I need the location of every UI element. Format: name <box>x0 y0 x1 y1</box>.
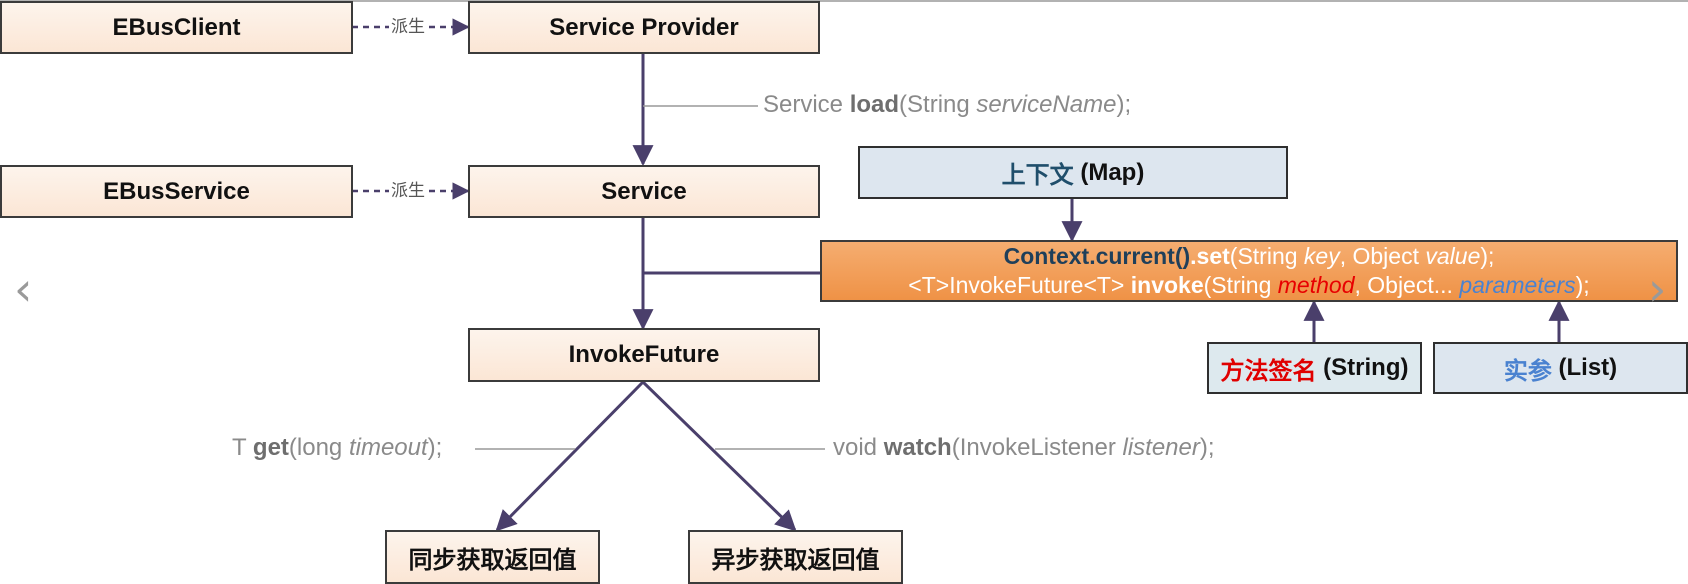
args-type-label: (List) <box>1558 354 1618 381</box>
derive-label-service: 派生 <box>389 181 427 201</box>
ebus-client-node: EBusClient <box>0 1 353 54</box>
code-context-current: Context.current() <box>1003 243 1191 269</box>
service-label: Service <box>601 177 687 205</box>
ebus-service-label: EBusService <box>103 177 250 205</box>
code-set-args-2: , Object <box>1339 243 1426 269</box>
code-arg-method: method <box>1277 272 1355 298</box>
arrow-future-to-sync <box>495 380 645 532</box>
code-invoke-args-2: , Object... <box>1354 272 1460 298</box>
context-type-label: (Map) <box>1080 158 1145 186</box>
async-result-label: 异步获取返回值 <box>711 546 880 574</box>
invoke-code-box: Context.current().set(String key, Object… <box>820 240 1678 302</box>
load-method-label: Service load(String serviceName); <box>763 91 1131 119</box>
get-args-pre: (long <box>288 434 349 461</box>
get-args-post: ); <box>427 434 443 461</box>
ebus-service-node: EBusService <box>0 165 353 218</box>
context-map-node: 上下文 (Map) <box>858 146 1288 199</box>
context-spacer <box>1074 159 1081 187</box>
arguments-node: 实参 (List) <box>1433 342 1688 394</box>
watch-args-pre: (InvokeListener <box>951 434 1123 461</box>
watch-method-label: void watch(InvokeListener listener); <box>833 434 1215 462</box>
code-invoke-args-3: ); <box>1575 272 1590 298</box>
code-line-1: Context.current().set(String key, Object… <box>1004 242 1495 271</box>
code-arg-value: value <box>1425 243 1481 269</box>
load-return-type: Service <box>763 91 850 118</box>
async-result-node: 异步获取返回值 <box>688 530 903 584</box>
method-sig-type-label: (String) <box>1323 354 1409 381</box>
code-set: .set <box>1190 243 1230 269</box>
derive-label-client: 派生 <box>389 17 427 37</box>
sync-result-node: 同步获取返回值 <box>385 530 600 584</box>
code-invoke-args-1: (String <box>1203 272 1278 298</box>
watch-arg: listener <box>1122 434 1200 461</box>
method-signature-node: 方法签名 (String) <box>1207 342 1422 394</box>
code-arg-parameters: parameters <box>1459 272 1576 298</box>
code-invoke-prefix: <T>InvokeFuture<T> <box>908 272 1131 298</box>
method-sig-spacer <box>1317 354 1324 382</box>
watch-name: watch <box>883 434 952 461</box>
code-set-args-1: (String <box>1229 243 1304 269</box>
watch-return-type: void <box>833 434 884 461</box>
code-invoke: invoke <box>1130 272 1204 298</box>
method-sig-cn-label: 方法签名 <box>1220 357 1317 385</box>
service-provider-label: Service Provider <box>549 13 739 41</box>
code-set-args-3: ); <box>1480 243 1495 269</box>
load-args-post: ); <box>1116 91 1132 118</box>
ebus-client-label: EBusClient <box>112 13 241 41</box>
args-spacer <box>1552 354 1559 382</box>
get-method-label: T get(long timeout); <box>232 434 442 462</box>
arrow-future-to-async <box>641 380 797 532</box>
invoke-future-node: InvokeFuture <box>468 328 820 382</box>
watch-args-post: ); <box>1199 434 1215 461</box>
get-return-type: T <box>232 434 253 461</box>
prev-slide-icon[interactable]: ‹ <box>14 266 32 312</box>
next-slide-icon[interactable]: › <box>1648 266 1666 312</box>
service-provider-node: Service Provider <box>468 1 820 54</box>
get-name: get <box>252 434 289 461</box>
invoke-future-label: InvokeFuture <box>568 341 720 368</box>
code-line-2: <T>InvokeFuture<T> invoke(String method,… <box>908 271 1589 300</box>
service-node: Service <box>468 165 820 218</box>
load-args-pre: (String <box>899 91 977 118</box>
context-cn-label: 上下文 <box>1001 162 1074 189</box>
load-name: load <box>849 91 900 118</box>
get-arg: timeout <box>348 434 428 461</box>
code-arg-key: key <box>1303 243 1340 269</box>
load-arg: serviceName <box>976 91 1117 118</box>
sync-result-label: 同步获取返回值 <box>408 546 577 574</box>
args-cn-label: 实参 <box>1503 357 1552 385</box>
